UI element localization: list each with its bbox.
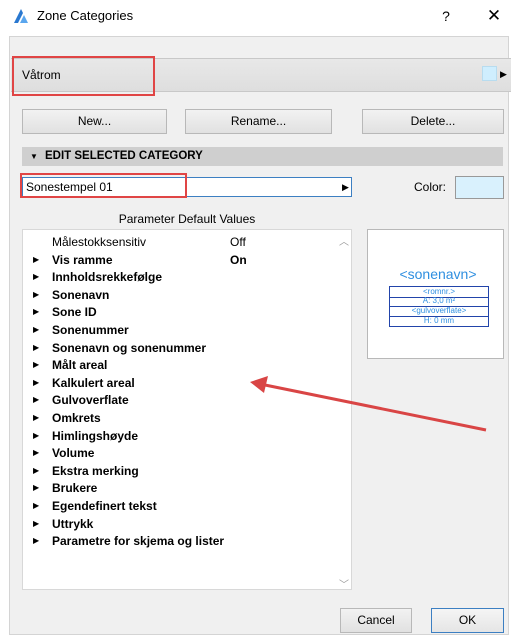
category-color-swatch: [482, 66, 497, 81]
cancel-button[interactable]: Cancel: [340, 608, 412, 633]
collapse-triangle-icon[interactable]: ▼: [30, 150, 38, 163]
parameter-label: Gulvoverflate: [52, 393, 129, 408]
dropdown-arrow-icon[interactable]: ▶: [500, 66, 507, 82]
preview-line: H: 0 mm: [389, 316, 489, 327]
expand-triangle-icon[interactable]: ▶: [33, 462, 39, 480]
parameter-row[interactable]: ▶ Uttrykk: [23, 515, 333, 533]
parameter-list[interactable]: Målestokksensitiv Off ▶ Vis ramme On ▶ Innhold…: [22, 229, 352, 590]
parameter-label: Vis ramme: [52, 252, 113, 267]
new-button[interactable]: New...: [22, 109, 167, 134]
parameter-label: Omkrets: [52, 411, 101, 425]
delete-button[interactable]: Delete...: [362, 109, 504, 134]
expand-triangle-icon[interactable]: ▶: [33, 515, 39, 533]
parameter-label: Innholdsrekkefølge: [52, 270, 163, 285]
parameter-row[interactable]: ▶ Gulvoverflate: [23, 391, 333, 409]
expand-triangle-icon[interactable]: ▶: [33, 444, 39, 462]
parameter-label: Parametre for skjema og lister: [52, 534, 225, 549]
parameter-row[interactable]: ▶ Innholdsrekkefølge: [23, 268, 333, 286]
expand-triangle-icon[interactable]: ▶: [33, 356, 39, 374]
parameter-label: Uttrykk: [52, 516, 94, 531]
close-button[interactable]: ✕: [480, 5, 508, 27]
expand-triangle-icon[interactable]: ▶: [33, 532, 39, 550]
preview-title: <sonenavn>: [399, 266, 477, 282]
color-label: Color:: [414, 180, 447, 194]
parameter-row[interactable]: ▶ Egendefinert tekst: [23, 497, 333, 515]
expand-triangle-icon[interactable]: ▶: [33, 303, 39, 321]
parameter-row[interactable]: ▶ Ekstra merking: [23, 462, 333, 480]
parameter-label: Brukere: [52, 481, 98, 496]
expand-triangle-icon[interactable]: ▶: [33, 321, 39, 339]
parameter-label: Himlingshøyde: [52, 428, 139, 443]
expand-triangle-icon[interactable]: ▶: [33, 479, 39, 497]
parameter-label: Kalkulert areal: [52, 375, 135, 390]
parameter-row[interactable]: ▶ Sonenummer: [23, 321, 333, 339]
parameter-label: Sonenavn og sonenummer: [52, 340, 207, 355]
expand-triangle-icon[interactable]: ▶: [33, 339, 39, 357]
dropdown-arrow-icon[interactable]: ▶: [342, 179, 349, 195]
expand-triangle-icon[interactable]: ▶: [33, 391, 39, 409]
scroll-down-icon[interactable]: ﹀: [339, 576, 349, 591]
parameter-label: Egendefinert tekst: [52, 499, 157, 513]
parameter-label: Sonenavn: [52, 287, 110, 302]
parameter-label: Sonenummer: [52, 323, 129, 337]
parameter-row[interactable]: ▶ Sonenavn og sonenummer: [23, 339, 333, 357]
expand-triangle-icon[interactable]: ▶: [33, 497, 39, 515]
parameter-value[interactable]: On: [230, 251, 247, 269]
color-swatch[interactable]: [455, 176, 504, 199]
parameter-row[interactable]: ▶ Himlingshøyde: [23, 427, 333, 445]
help-button[interactable]: ?: [432, 5, 460, 27]
parameter-label: Målestokksensitiv: [52, 235, 147, 249]
expand-triangle-icon[interactable]: ▶: [33, 374, 39, 392]
parameter-label: Ekstra merking: [52, 463, 139, 478]
parameter-row[interactable]: ▶ Sonenavn: [23, 286, 333, 304]
parameter-row[interactable]: ▶ Sone ID: [23, 303, 333, 321]
parameter-row[interactable]: ▶ Kalkulert areal: [23, 374, 333, 392]
parameter-row[interactable]: ▶ Volume: [23, 444, 333, 462]
ok-button[interactable]: OK: [431, 608, 504, 633]
highlight-box-stamp: [20, 173, 187, 198]
rename-button[interactable]: Rename...: [185, 109, 332, 134]
parameter-row[interactable]: ▶ Omkrets: [23, 409, 333, 427]
parameter-label: Sone ID: [52, 305, 97, 320]
parameter-list-header: Parameter Default Values: [118, 212, 256, 226]
highlight-box-category: [12, 56, 155, 96]
parameter-row[interactable]: ▶ Parametre for skjema og lister: [23, 532, 333, 550]
expand-triangle-icon[interactable]: ▶: [33, 427, 39, 445]
scroll-up-icon[interactable]: ︿: [339, 233, 349, 248]
expand-triangle-icon[interactable]: ▶: [33, 268, 39, 286]
parameter-row[interactable]: ▶ Målt areal: [23, 356, 333, 374]
parameter-label: Målt areal: [52, 358, 108, 373]
section-title: EDIT SELECTED CATEGORY: [45, 150, 203, 162]
parameter-row[interactable]: ▶ Brukere: [23, 479, 333, 497]
parameter-row: Målestokksensitiv Off: [23, 233, 333, 251]
parameter-label: Volume: [52, 446, 95, 461]
expand-triangle-icon[interactable]: ▶: [33, 409, 39, 427]
parameter-row[interactable]: ▶ Vis ramme On: [23, 251, 333, 269]
app-icon: [13, 8, 29, 24]
expand-triangle-icon[interactable]: ▶: [33, 286, 39, 304]
window-title: Zone Categories: [37, 8, 134, 23]
expand-triangle-icon[interactable]: ▶: [33, 251, 39, 269]
parameter-value[interactable]: Off: [230, 233, 246, 251]
